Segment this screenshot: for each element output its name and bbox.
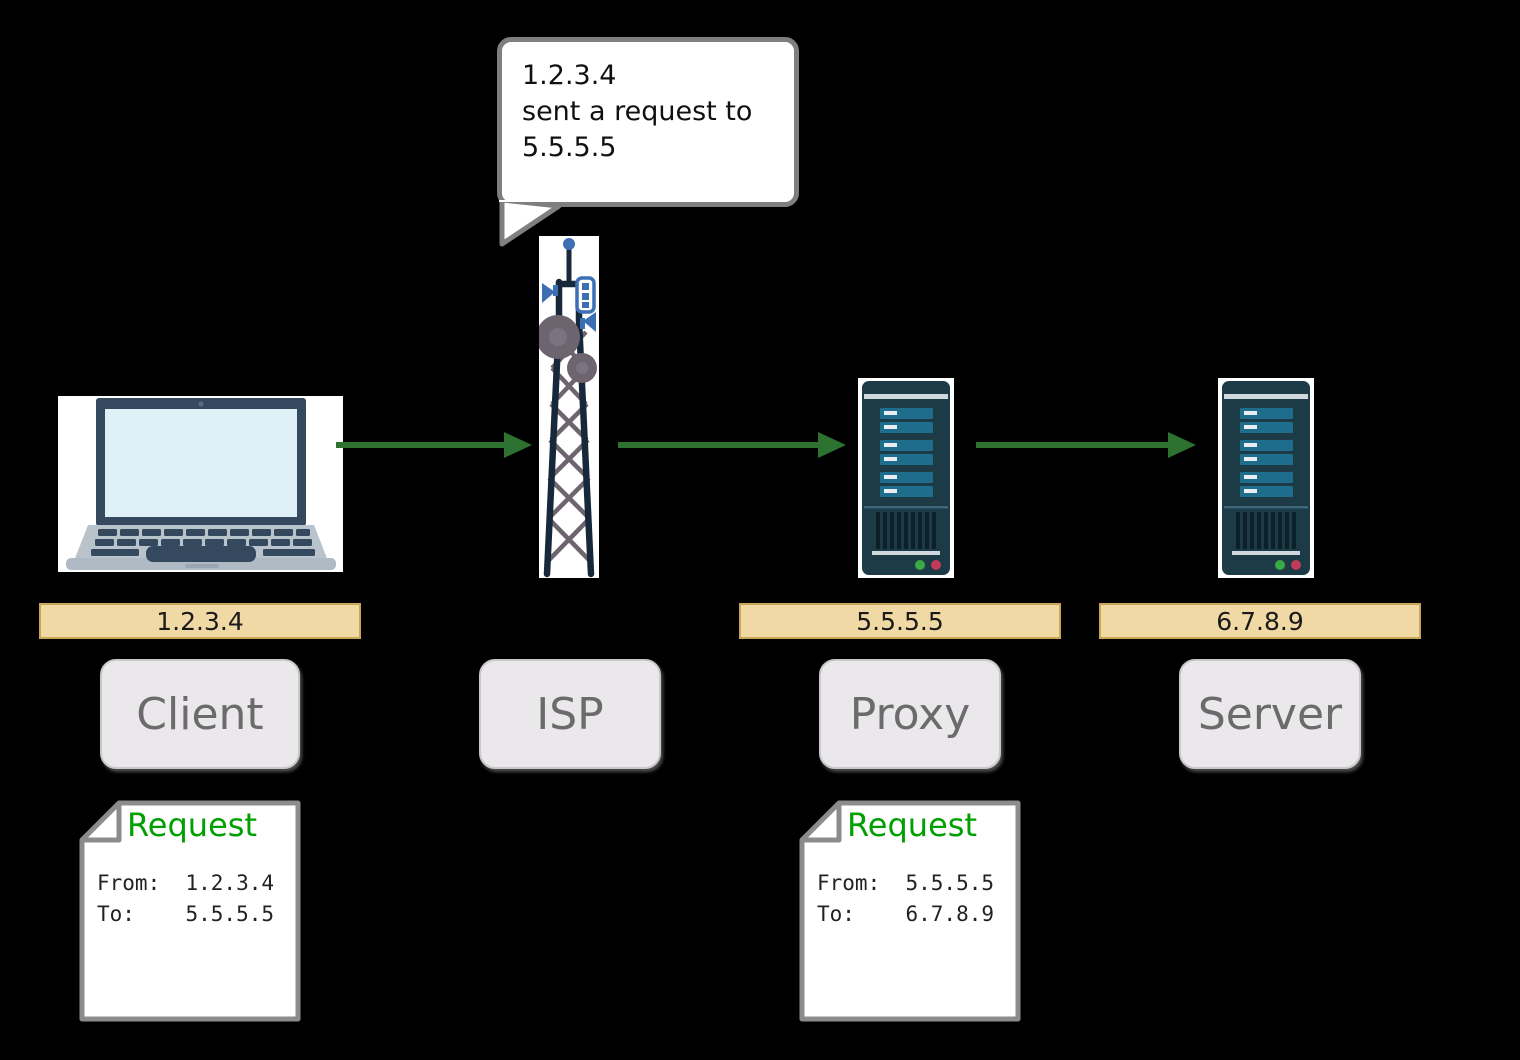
arrow-client-to-isp — [336, 432, 532, 458]
role-box-server[interactable]: Server — [1179, 659, 1361, 769]
role-label-isp: ISP — [536, 688, 604, 740]
ip-badge-proxy: 5.5.5.5 — [739, 603, 1061, 639]
arrow-proxy-to-server — [976, 432, 1196, 458]
role-box-client[interactable]: Client — [100, 659, 300, 769]
role-box-proxy[interactable]: Proxy — [819, 659, 1001, 769]
ip-badge-client: 1.2.3.4 — [39, 603, 361, 639]
ip-badge-client-text: 1.2.3.4 — [156, 606, 244, 636]
laptop-icon — [66, 398, 336, 570]
role-label-server: Server — [1197, 688, 1343, 740]
role-label-proxy: Proxy — [849, 688, 971, 740]
packet-note-client-title: Request — [127, 806, 257, 844]
packet-note-proxy: Request From: 5.5.5.5 To: 6.7.8.9 — [799, 800, 1021, 1022]
packet-note-client-body: From: 1.2.3.4 To: 5.5.5.5 — [97, 871, 275, 926]
ip-badge-proxy-text: 5.5.5.5 — [856, 606, 944, 636]
role-label-client: Client — [136, 688, 264, 740]
isp-callout-bubble: 1.2.3.4 sent a request to 5.5.5.5 — [497, 37, 799, 207]
packet-note-proxy-body: From: 5.5.5.5 To: 6.7.8.9 — [817, 871, 995, 926]
packet-note-client: Request From: 1.2.3.4 To: 5.5.5.5 — [79, 800, 301, 1022]
origin-server-icon — [1222, 381, 1310, 575]
packet-note-proxy-title: Request — [847, 806, 977, 844]
isp-callout-text: 1.2.3.4 sent a request to 5.5.5.5 — [522, 60, 753, 163]
role-box-isp[interactable]: ISP — [479, 659, 661, 769]
cell-tower-icon — [539, 238, 597, 578]
ip-badge-server: 6.7.8.9 — [1099, 603, 1421, 639]
ip-badge-server-text: 6.7.8.9 — [1216, 606, 1304, 636]
proxy-server-icon — [862, 381, 950, 575]
diagram-canvas: 1.2.3.4 sent a request to 5.5.5.5 1.2.3.… — [0, 0, 1520, 1060]
arrow-isp-to-proxy — [618, 432, 846, 458]
